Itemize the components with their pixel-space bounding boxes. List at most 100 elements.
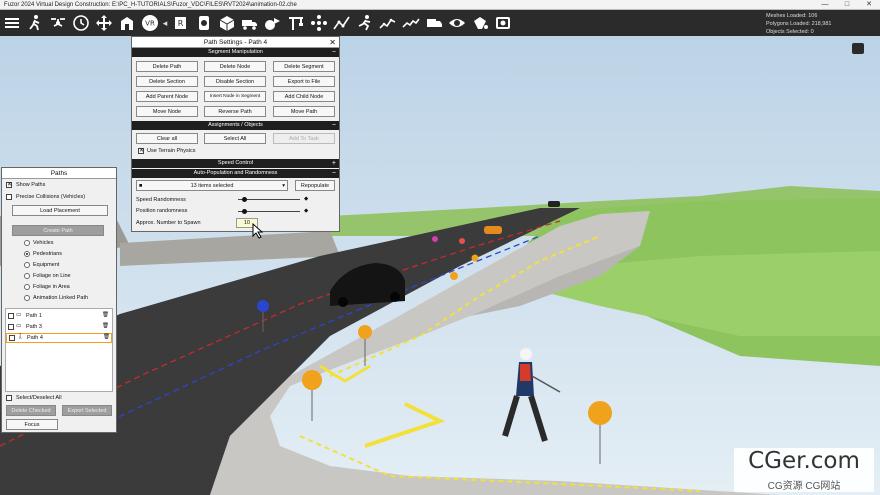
watermark-title: CGer.com: [748, 448, 860, 474]
radio-vehicles-label: Vehicles: [33, 240, 54, 246]
radio-vehicles[interactable]: [24, 240, 30, 246]
truck-icon[interactable]: [240, 13, 260, 33]
path-icon[interactable]: [332, 13, 352, 33]
export-selected-button[interactable]: Export Selected: [62, 405, 112, 416]
list-item[interactable]: ▭ Path 1 🗑: [6, 311, 112, 321]
select-all-checkbox[interactable]: [6, 395, 12, 401]
watermark: CGer.com CG资源 CG网站: [734, 448, 874, 492]
watermark-subtitle: CG资源 CG网站: [767, 481, 841, 492]
list-item[interactable]: 🚶 Path 4 🗑: [6, 333, 112, 343]
svg-text:VR: VR: [145, 20, 155, 28]
transit-icon[interactable]: [424, 13, 444, 33]
slider-thumb[interactable]: [242, 197, 247, 202]
path-settings-header: Path Settings - Path 4 ✕: [132, 37, 339, 48]
collapse-icon[interactable]: −: [332, 48, 336, 57]
menu-icon[interactable]: [2, 13, 22, 33]
position-randomness-slider[interactable]: [238, 209, 300, 214]
window-title: Fuzor 2024 Virtual Design Construction: …: [4, 1, 297, 8]
crane-icon[interactable]: [286, 13, 306, 33]
create-path-button[interactable]: Create Path: [12, 225, 104, 236]
toolbar-collapse-button[interactable]: ◂: [161, 13, 169, 33]
disable-section-button[interactable]: Disable Section: [204, 76, 266, 87]
collapse-icon[interactable]: −: [332, 169, 336, 178]
focus-button[interactable]: Focus: [6, 419, 58, 430]
repopulate-button[interactable]: Repopulate: [295, 180, 335, 191]
path-checkbox[interactable]: [8, 313, 14, 319]
expand-icon[interactable]: +: [332, 159, 336, 168]
eye-icon[interactable]: [447, 13, 467, 33]
collapse-icon[interactable]: −: [332, 121, 336, 130]
add-parent-node-button[interactable]: Add Parent Node: [136, 91, 198, 102]
move-node-button[interactable]: Move Node: [136, 106, 198, 117]
radio-foliage-area[interactable]: [24, 284, 30, 290]
export-to-file-button[interactable]: Export to File: [273, 76, 335, 87]
people-icon[interactable]: [309, 13, 329, 33]
paths-header: Paths: [2, 168, 116, 179]
scene-stats: Meshes Loaded: 106 Polygons Loaded: 218,…: [766, 12, 876, 36]
runner-icon[interactable]: [355, 13, 375, 33]
trash-icon[interactable]: 🗑: [102, 312, 109, 318]
radio-equipment[interactable]: [24, 262, 30, 268]
delete-segment-button[interactable]: Delete Segment: [273, 61, 335, 72]
svg-text:R: R: [177, 19, 183, 28]
building-icon[interactable]: [117, 13, 137, 33]
path-checkbox[interactable]: [8, 324, 14, 330]
delete-section-button[interactable]: Delete Section: [136, 76, 198, 87]
auto-population-section[interactable]: Auto-Population and Randomness −: [132, 169, 339, 178]
add-child-node-button[interactable]: Add Child Node: [273, 91, 335, 102]
show-paths-checkbox[interactable]: ✕: [6, 182, 12, 188]
reverse-path-button[interactable]: Reverse Path: [204, 106, 266, 117]
animation-icon[interactable]: [263, 13, 283, 33]
measure-icon[interactable]: [401, 13, 421, 33]
trash-icon[interactable]: 🗑: [103, 334, 110, 340]
trash-icon[interactable]: 🗑: [102, 323, 109, 329]
load-placement-button[interactable]: Load Placement: [12, 205, 108, 216]
delete-checked-button[interactable]: Delete Checked: [6, 405, 56, 416]
bucket-icon[interactable]: [470, 13, 490, 33]
radio-foliage-line[interactable]: [24, 273, 30, 279]
close-icon[interactable]: ✕: [329, 37, 336, 48]
pedestrian-icon: 🚶: [17, 334, 24, 340]
clock-icon[interactable]: [71, 13, 91, 33]
precise-collisions-checkbox[interactable]: [6, 194, 12, 200]
radio-animation-linked[interactable]: [24, 295, 30, 301]
move-path-button[interactable]: Move Path: [273, 106, 335, 117]
delete-node-button[interactable]: Delete Node: [204, 61, 266, 72]
speed-control-section[interactable]: Speed Control +: [132, 159, 339, 168]
paths-panel: Paths ✕ Show Paths Precise Collisions (V…: [1, 167, 117, 433]
show-paths-label: Show Paths: [16, 182, 46, 188]
terrain-physics-label: Use Terrain Physics: [147, 148, 196, 154]
vr-icon[interactable]: VR: [140, 13, 160, 33]
select-all-button[interactable]: Select All: [204, 133, 266, 144]
items-dropdown[interactable]: ■ 13 items selected ▾: [136, 180, 288, 191]
walk-icon[interactable]: [25, 13, 45, 33]
minimize-button[interactable]: —: [814, 0, 836, 10]
slider-thumb[interactable]: [242, 209, 247, 214]
select-all-label: Select/Deselect All: [16, 395, 62, 401]
path-settings-panel: Path Settings - Path 4 ✕ Segment Manipul…: [131, 36, 340, 239]
3d-viewport[interactable]: Path Settings - Path 4 ✕ Segment Manipul…: [0, 36, 880, 495]
move-icon[interactable]: [94, 13, 114, 33]
list-item[interactable]: ▭ Path 3 🗑: [6, 322, 112, 332]
segment-manipulation-section[interactable]: Segment Manipulation −: [132, 48, 339, 57]
screenshot-icon[interactable]: [493, 13, 513, 33]
section-label: Speed Control: [217, 160, 254, 166]
analytics-icon[interactable]: [378, 13, 398, 33]
close-window-button[interactable]: ✕: [858, 0, 880, 10]
insert-node-button[interactable]: Insert Node in Segment: [204, 91, 266, 102]
add-to-task-button[interactable]: Add To Task: [273, 133, 335, 144]
cube-icon[interactable]: [217, 13, 237, 33]
delete-path-button[interactable]: Delete Path: [136, 61, 198, 72]
model-icon[interactable]: R: [171, 13, 191, 33]
chevron-down-icon: ▾: [282, 183, 285, 189]
speed-randomness-slider[interactable]: [238, 197, 300, 202]
camera-icon[interactable]: [194, 13, 214, 33]
clear-all-button[interactable]: Clear all: [136, 133, 198, 144]
path-checkbox[interactable]: [9, 335, 15, 341]
drone-icon[interactable]: [48, 13, 68, 33]
assignments-section[interactable]: Assignments / Objects −: [132, 121, 339, 130]
maximize-button[interactable]: □: [836, 0, 858, 10]
radio-pedestrians[interactable]: [24, 251, 30, 257]
terrain-physics-checkbox[interactable]: ✕: [138, 148, 144, 154]
position-randomness-label: Position randomness: [136, 208, 188, 214]
